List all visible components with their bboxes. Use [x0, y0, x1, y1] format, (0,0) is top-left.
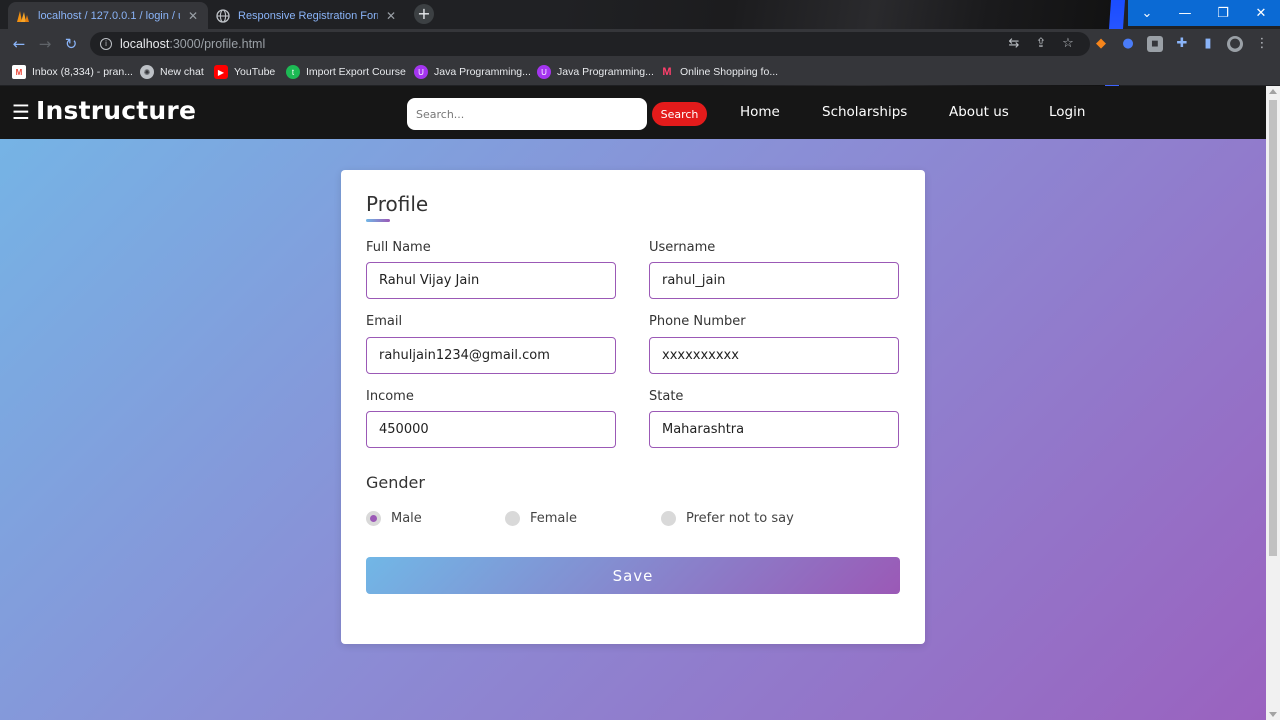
gender-option-male[interactable]: Male	[366, 510, 422, 526]
nav-link-scholarships[interactable]: Scholarships	[822, 104, 907, 120]
restore-icon[interactable]: ❐	[1204, 0, 1242, 26]
bookmark-item[interactable]: U Java Programming...	[537, 64, 654, 80]
course-icon: t	[286, 65, 300, 79]
phpmyadmin-icon	[17, 10, 29, 22]
radio-label: Male	[391, 510, 422, 526]
browser-toolbar: ← → ↻ i localhost:3000/profile.html ⇆ ⇪ …	[0, 29, 1280, 59]
full-name-field[interactable]	[366, 262, 616, 299]
scroll-up-icon[interactable]	[1269, 89, 1277, 94]
site-logo[interactable]: Instructure	[36, 96, 196, 125]
gender-option-prefer-not-to-say[interactable]: Prefer not to say	[661, 510, 794, 526]
address-host: localhost	[120, 37, 170, 51]
browser-tab-2[interactable]: Responsive Registration Form | C ✕	[208, 2, 406, 29]
profile-avatar-icon[interactable]: ●	[1227, 36, 1243, 52]
phone-label: Phone Number	[649, 314, 746, 329]
email-field[interactable]	[366, 337, 616, 374]
tab-close-icon[interactable]: ✕	[384, 9, 398, 23]
phone-field[interactable]	[649, 337, 899, 374]
address-bar[interactable]: i localhost:3000/profile.html	[90, 32, 1090, 56]
radio-label: Prefer not to say	[686, 510, 794, 526]
state-field[interactable]	[649, 411, 899, 448]
username-label: Username	[649, 240, 716, 255]
nav-link-login[interactable]: Login	[1049, 104, 1085, 120]
youtube-icon: ▶	[214, 65, 228, 79]
save-button[interactable]: Save	[366, 557, 900, 594]
new-tab-button[interactable]: +	[414, 4, 434, 24]
radio-unselected-icon[interactable]	[661, 510, 676, 526]
site-info-icon[interactable]: i	[100, 38, 112, 50]
extensions-puzzle-icon[interactable]: ✚	[1174, 36, 1190, 52]
extension-shield-icon[interactable]: ●	[1120, 36, 1136, 52]
metamask-extension-icon[interactable]: ◆	[1093, 36, 1109, 52]
scrollbar-thumb[interactable]	[1269, 100, 1277, 556]
bookmarks-bar: M Inbox (8,334) - pran... ✺ New chat ▶ Y…	[0, 59, 1280, 85]
tab-title: Responsive Registration Form | C	[238, 9, 378, 22]
forward-arrow-icon[interactable]: →	[36, 35, 54, 53]
back-arrow-icon[interactable]: ←	[10, 35, 28, 53]
gender-option-female[interactable]: Female	[505, 510, 577, 526]
nav-link-home[interactable]: Home	[740, 104, 780, 120]
bookmark-label: Import Export Course	[306, 66, 406, 78]
search-input[interactable]	[407, 98, 647, 130]
side-panel-icon[interactable]: ▮	[1200, 36, 1216, 52]
minimize-icon[interactable]: —	[1166, 0, 1204, 26]
bookmark-label: YouTube	[234, 66, 276, 78]
search-button[interactable]: Search	[652, 102, 707, 126]
title-underline	[366, 219, 390, 222]
bookmark-label: New chat	[160, 66, 204, 78]
udemy-icon: U	[537, 65, 551, 79]
page-viewport: ☰ Instructure Search Home Scholarships A…	[0, 86, 1266, 720]
radio-selected-icon[interactable]	[366, 510, 381, 526]
username-field[interactable]	[649, 262, 899, 299]
page-scrollbar[interactable]	[1266, 86, 1280, 720]
gmail-icon: M	[12, 65, 26, 79]
email-label: Email	[366, 314, 403, 329]
radio-unselected-icon[interactable]	[505, 510, 520, 526]
bookmark-label: Inbox (8,334) - pran...	[32, 66, 133, 78]
full-name-label: Full Name	[366, 240, 431, 255]
chatgpt-icon: ✺	[140, 65, 154, 79]
bookmark-item[interactable]: M Online Shopping fo...	[660, 64, 778, 80]
nav-link-about-us[interactable]: About us	[949, 104, 1009, 120]
tab-title: localhost / 127.0.0.1 / login / use	[38, 9, 180, 22]
bookmark-item[interactable]: ✺ New chat	[140, 64, 204, 80]
bookmark-label: Java Programming...	[557, 66, 654, 78]
state-label: State	[649, 389, 684, 404]
udemy-icon: U	[414, 65, 428, 79]
bookmark-item[interactable]: ▶ YouTube	[214, 64, 275, 80]
tab-close-icon[interactable]: ✕	[186, 9, 200, 23]
hamburger-menu-icon[interactable]: ☰	[12, 101, 30, 123]
bookmark-item[interactable]: M Inbox (8,334) - pran...	[12, 64, 133, 80]
profile-card: Profile Full Name Username Email Phone N…	[341, 170, 925, 644]
bookmark-label: Java Programming...	[434, 66, 531, 78]
bookmark-item[interactable]: t Import Export Course	[286, 64, 406, 80]
page-title: Profile	[366, 192, 429, 216]
globe-icon	[216, 8, 230, 23]
scroll-down-icon[interactable]	[1269, 712, 1277, 717]
tab-search-chevron-icon[interactable]: ⌄	[1128, 0, 1166, 26]
bookmark-item[interactable]: U Java Programming...	[414, 64, 531, 80]
radio-label: Female	[530, 510, 578, 526]
extension-box-icon[interactable]: ◼	[1147, 36, 1163, 52]
share-icon[interactable]: ⇪	[1033, 36, 1049, 52]
close-window-icon[interactable]: ✕	[1242, 0, 1280, 26]
bookmark-star-icon[interactable]: ☆	[1060, 36, 1076, 52]
income-label: Income	[366, 389, 414, 404]
reload-icon[interactable]: ↻	[62, 35, 80, 53]
income-field[interactable]	[366, 411, 616, 448]
myntra-icon: M	[662, 66, 672, 78]
address-path: :3000/profile.html	[169, 37, 266, 51]
translate-icon[interactable]: ⇆	[1006, 36, 1022, 52]
browser-menu-icon[interactable]: ⋮	[1254, 36, 1270, 52]
gender-title: Gender	[366, 473, 425, 492]
site-navbar: ☰ Instructure Search Home Scholarships A…	[0, 86, 1266, 139]
bookmark-label: Online Shopping fo...	[680, 66, 779, 78]
browser-tab-1[interactable]: localhost / 127.0.0.1 / login / use ✕	[8, 2, 208, 29]
